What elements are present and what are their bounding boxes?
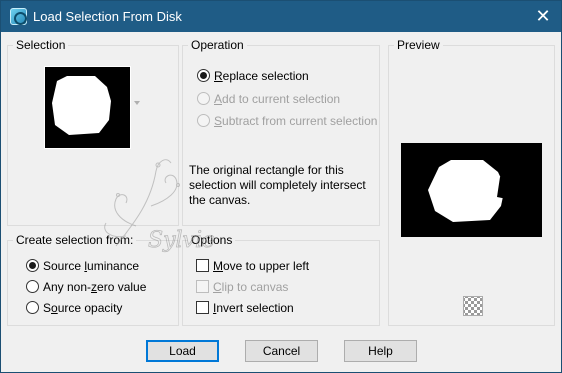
- preview-group-label: Preview: [394, 38, 443, 52]
- help-button[interactable]: Help: [344, 340, 417, 362]
- create-selection-group-label: Create selection from:: [13, 233, 137, 247]
- app-icon: [10, 8, 27, 25]
- radio-indicator[interactable]: [26, 301, 39, 314]
- radio-indicator[interactable]: [26, 259, 39, 272]
- window-title: Load Selection From Disk: [33, 9, 182, 24]
- transparency-toggle-button[interactable]: [463, 296, 483, 316]
- radio-indicator[interactable]: [197, 114, 210, 127]
- source-luminance-label: Source luminance: [43, 259, 140, 273]
- replace-selection-label: Replace selection: [214, 69, 309, 83]
- move-to-upper-left-label: Move to upper left: [213, 259, 310, 273]
- subtract-from-current-selection-label: Subtract from current selection: [214, 114, 378, 128]
- checkbox-indicator[interactable]: [196, 301, 209, 314]
- selection-thumbnail[interactable]: [44, 66, 131, 149]
- any-non-zero-value-label: Any non-zero value: [43, 280, 147, 294]
- operation-description: The original rectangle for this selectio…: [189, 163, 366, 207]
- close-button[interactable]: ✕: [525, 1, 561, 32]
- operation-group-label: Operation: [188, 38, 247, 52]
- close-icon: ✕: [535, 6, 551, 26]
- radio-indicator[interactable]: [26, 280, 39, 293]
- selection-thumbnail-image: [52, 76, 125, 135]
- add-to-current-selection-label: Add to current selection: [214, 92, 341, 106]
- options-group-label: Options: [188, 233, 236, 247]
- radio-indicator[interactable]: [197, 92, 210, 105]
- checkbox-indicator[interactable]: [196, 280, 209, 293]
- source-opacity-label: Source opacity: [43, 301, 123, 315]
- cancel-button[interactable]: Cancel: [245, 340, 318, 362]
- thumbnail-dropdown-icon[interactable]: [134, 101, 140, 105]
- checkbox-indicator[interactable]: [196, 259, 209, 272]
- selection-group-label: Selection: [13, 38, 69, 52]
- load-button[interactable]: Load: [146, 340, 219, 362]
- preview-image: [401, 143, 542, 237]
- load-selection-dialog: Load Selection From Disk ✕ Selection Ope…: [0, 0, 562, 373]
- clip-to-canvas-label: Clip to canvas: [213, 280, 289, 294]
- radio-indicator[interactable]: [197, 69, 210, 82]
- invert-selection-label: Invert selection: [213, 301, 294, 315]
- title-bar[interactable]: Load Selection From Disk ✕: [1, 1, 561, 32]
